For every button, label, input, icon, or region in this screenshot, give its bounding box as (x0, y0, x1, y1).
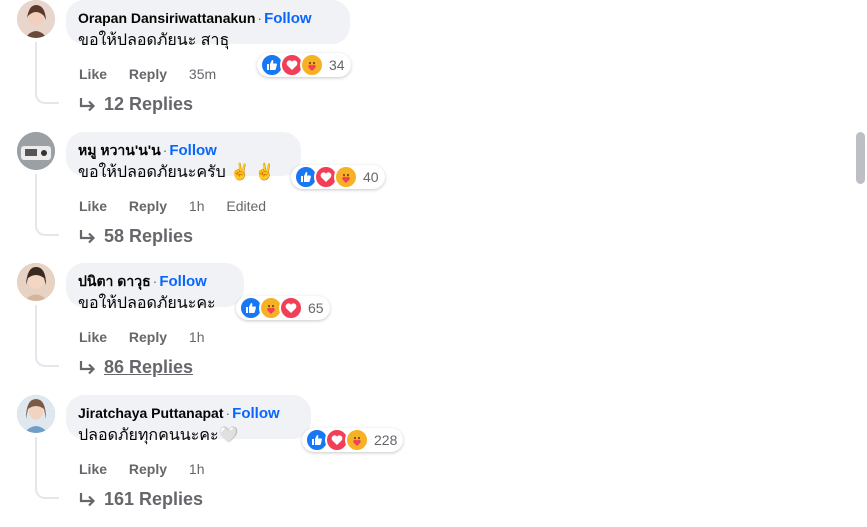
comment-bubble: Jiratchaya Puttanapat · Follow ปลอดภัยทุกค… (66, 395, 311, 444)
follow-button[interactable]: Follow (232, 405, 280, 422)
timestamp[interactable]: 1h (189, 198, 205, 214)
view-replies-button[interactable]: 12 Replies (79, 94, 193, 115)
comment-text: ขอให้ปลอดภัยนะ สาธุ (78, 32, 230, 49)
reply-button[interactable]: Reply (129, 461, 167, 477)
replies-count[interactable]: 161 Replies (104, 489, 203, 510)
care-reaction-icon (345, 428, 369, 452)
replies-count[interactable]: 12 Replies (104, 94, 193, 115)
reply-arrow-icon (79, 229, 96, 243)
comment-item: ปนิตา ดาวุธ · Follow ขอให้ปลอดภัยนะคะ 65 L… (0, 263, 840, 395)
thread-connector (35, 42, 59, 104)
author-name[interactable]: Orapan Dansiriwattanakun (78, 10, 255, 26)
comment-text: ขอให้ปลอดภัยนะคะ (78, 295, 216, 312)
edited-label[interactable]: Edited (226, 198, 266, 214)
reaction-count: 40 (363, 169, 379, 185)
reaction-summary[interactable]: 34 (257, 53, 351, 77)
separator-dot: · (162, 142, 168, 158)
avatar[interactable] (17, 395, 55, 433)
reaction-count: 65 (308, 300, 324, 316)
thread-connector (35, 305, 59, 367)
comment-item: หมู หวาน'น'น · Follow ขอให้ปลอดภัยนะครับ ✌… (0, 132, 840, 264)
separator-dot: · (225, 405, 231, 421)
comment-actions: Like Reply 1h Edited (79, 198, 284, 214)
separator-dot: · (257, 10, 263, 26)
timestamp[interactable]: 1h (189, 329, 205, 345)
like-button[interactable]: Like (79, 66, 107, 82)
avatar[interactable] (17, 132, 55, 170)
reaction-summary[interactable]: 40 (291, 165, 385, 189)
view-replies-button[interactable]: 58 Replies (79, 226, 193, 247)
reply-button[interactable]: Reply (129, 329, 167, 345)
avatar[interactable] (17, 263, 55, 301)
replies-count[interactable]: 86 Replies (104, 357, 193, 378)
care-reaction-icon (300, 53, 324, 77)
like-button[interactable]: Like (79, 329, 107, 345)
view-replies-button[interactable]: 86 Replies (79, 357, 193, 378)
follow-button[interactable]: Follow (159, 273, 207, 290)
author-name[interactable]: Jiratchaya Puttanapat (78, 405, 224, 421)
separator-dot: · (152, 273, 158, 289)
timestamp[interactable]: 35m (189, 66, 216, 82)
reply-arrow-icon (79, 97, 96, 111)
comment-text: ขอให้ปลอดภัยนะครับ ✌️ ✌️ (78, 164, 275, 181)
reply-button[interactable]: Reply (129, 198, 167, 214)
reply-button[interactable]: Reply (129, 66, 167, 82)
comment-actions: Like Reply 35m (79, 66, 234, 82)
comment-item: Orapan Dansiriwattanakun · Follow ขอให้ปลอ… (0, 0, 840, 132)
scrollbar-thumb[interactable] (856, 132, 865, 184)
comment-actions: Like Reply 1h (79, 329, 223, 345)
view-replies-button[interactable]: 161 Replies (79, 489, 203, 510)
like-button[interactable]: Like (79, 198, 107, 214)
thread-connector (35, 437, 59, 499)
reply-arrow-icon (79, 360, 96, 374)
author-name[interactable]: หมู หวาน'น'น (78, 142, 161, 158)
follow-button[interactable]: Follow (264, 10, 312, 27)
love-reaction-icon (279, 296, 303, 320)
comment-bubble: ปนิตา ดาวุธ · Follow ขอให้ปลอดภัยนะคะ (66, 263, 244, 312)
like-button[interactable]: Like (79, 461, 107, 477)
follow-button[interactable]: Follow (169, 142, 217, 159)
avatar[interactable] (17, 0, 55, 38)
reaction-count: 34 (329, 57, 345, 73)
reaction-count: 228 (374, 432, 398, 448)
reaction-summary[interactable]: 65 (236, 296, 330, 320)
comment-bubble: Orapan Dansiriwattanakun · Follow ขอให้ปลอ… (66, 0, 350, 49)
timestamp[interactable]: 1h (189, 461, 205, 477)
comment-bubble: หมู หวาน'น'น · Follow ขอให้ปลอดภัยนะครับ ✌… (66, 132, 301, 181)
reply-arrow-icon (79, 492, 96, 506)
comment-actions: Like Reply 1h (79, 461, 223, 477)
thread-connector (35, 174, 59, 236)
reaction-summary[interactable]: 228 (302, 428, 404, 452)
care-reaction-icon (334, 165, 358, 189)
comment-text: ปลอดภัยทุกคนนะคะ🤍 (78, 427, 239, 444)
replies-count[interactable]: 58 Replies (104, 226, 193, 247)
author-name[interactable]: ปนิตา ดาวุธ (78, 273, 151, 289)
comment-item: Jiratchaya Puttanapat · Follow ปลอดภัยทุกค… (0, 395, 840, 527)
